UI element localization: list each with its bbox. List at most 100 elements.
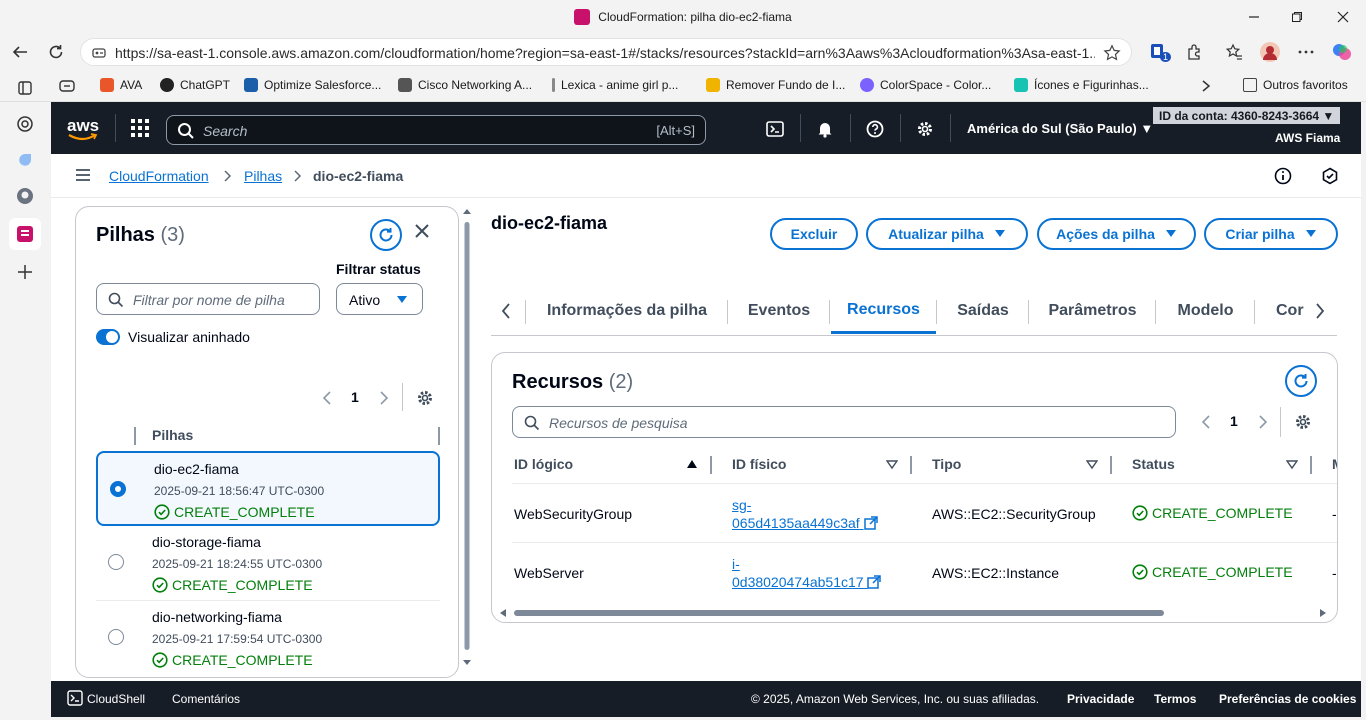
address-bar[interactable]: https://sa-east-1.console.aws.amazon.com… bbox=[80, 38, 1132, 66]
panel-scrollbar[interactable] bbox=[462, 208, 472, 670]
sort-ascending-icon[interactable] bbox=[686, 459, 698, 469]
tab-actions-icon[interactable] bbox=[58, 78, 76, 94]
aws-search-input[interactable]: Search [Alt+S] bbox=[166, 115, 706, 145]
update-stack-button[interactable]: Atualizar pilha bbox=[866, 218, 1028, 250]
notifications-bell-icon[interactable] bbox=[814, 118, 836, 140]
resource-physical-id-link[interactable]: i- 0d38020474ab51c17 bbox=[732, 555, 882, 591]
stack-item[interactable]: dio-ec2-fiama 2025-09-21 18:56:47 UTC-03… bbox=[96, 451, 440, 526]
copilot-icon[interactable] bbox=[1330, 40, 1354, 64]
resource-physical-id-link[interactable]: sg- 065d4135aa449c3af bbox=[732, 496, 878, 532]
terms-link[interactable]: Termos bbox=[1154, 692, 1196, 706]
cloudshell-icon[interactable] bbox=[764, 118, 786, 140]
resources-page-number[interactable]: 1 bbox=[1230, 413, 1238, 429]
sort-icon[interactable] bbox=[1286, 460, 1298, 470]
bookmark-colorspace[interactable]: ColorSpace - Color... bbox=[860, 78, 991, 92]
cloudshell-footer-button[interactable]: CloudShell bbox=[67, 690, 145, 706]
tabs-scroll-left-icon[interactable] bbox=[501, 303, 511, 319]
bookmark-chatgpt[interactable]: ChatGPT bbox=[160, 78, 230, 92]
tab-parameters[interactable]: Parâmetros bbox=[1030, 288, 1155, 334]
other-favorites[interactable]: Outros favoritos bbox=[1243, 78, 1348, 92]
bookmarks-overflow-icon[interactable] bbox=[1200, 79, 1212, 93]
minimize-icon[interactable] bbox=[1243, 6, 1265, 28]
region-selector[interactable]: América do Sul (São Paulo) ▼ bbox=[967, 121, 1153, 136]
help-icon[interactable] bbox=[864, 118, 886, 140]
column-type[interactable]: Tipo bbox=[932, 456, 961, 472]
extensions-puzzle-icon[interactable] bbox=[1182, 40, 1206, 64]
favorites-icon[interactable] bbox=[1222, 40, 1246, 64]
bookmark-remove-bg[interactable]: Remover Fundo de I... bbox=[706, 78, 845, 92]
hamburger-menu-icon[interactable] bbox=[75, 168, 91, 182]
sidebar-panel-icon[interactable] bbox=[15, 78, 35, 98]
breadcrumb-cloudformation[interactable]: CloudFormation bbox=[109, 168, 209, 184]
column-physical-id[interactable]: ID físico bbox=[732, 456, 786, 472]
tab-resources[interactable]: Recursos bbox=[831, 288, 936, 334]
create-stack-button[interactable]: Criar pilha bbox=[1204, 218, 1338, 250]
extension-shield-icon[interactable]: 1 bbox=[1146, 40, 1172, 64]
favorite-star-icon[interactable] bbox=[1103, 44, 1121, 62]
comments-link[interactable]: Comentários bbox=[172, 692, 240, 706]
breadcrumb-stacks[interactable]: Pilhas bbox=[244, 168, 282, 184]
stack-name[interactable]: dio-networking-fiama bbox=[152, 609, 282, 625]
tab-truncated[interactable]: Cor bbox=[1256, 288, 1306, 334]
aws-logo[interactable]: aws bbox=[67, 116, 99, 141]
prev-page-icon[interactable] bbox=[1201, 415, 1211, 429]
user-menu[interactable]: AWS Fiama bbox=[1275, 131, 1340, 145]
settings-gear-icon[interactable] bbox=[914, 118, 936, 140]
bookmark-lexica[interactable]: Lexica - anime girl p... bbox=[552, 78, 678, 92]
column-logical-id[interactable]: ID lógico bbox=[514, 456, 573, 472]
preferences-gear-icon[interactable] bbox=[416, 389, 434, 407]
status-filter-select[interactable]: Ativo bbox=[336, 283, 423, 315]
stack-radio[interactable] bbox=[110, 481, 126, 497]
url-text[interactable]: https://sa-east-1.console.aws.amazon.com… bbox=[115, 45, 1095, 61]
privacy-link[interactable]: Privacidade bbox=[1067, 692, 1134, 706]
refresh-resources-button[interactable] bbox=[1285, 365, 1317, 397]
restore-icon[interactable] bbox=[1286, 6, 1308, 28]
stack-radio[interactable] bbox=[108, 554, 124, 570]
filter-stacks-input[interactable]: Filtrar por nome de pilha bbox=[96, 283, 320, 315]
cloudformation-side-icon[interactable] bbox=[9, 218, 41, 250]
sort-icon[interactable] bbox=[886, 460, 898, 470]
stacks-page-number[interactable]: 1 bbox=[351, 389, 359, 405]
back-icon[interactable] bbox=[8, 40, 32, 64]
tab-template[interactable]: Modelo bbox=[1157, 288, 1254, 334]
delete-stack-button[interactable]: Excluir bbox=[770, 218, 858, 250]
add-side-icon[interactable] bbox=[15, 262, 35, 282]
tabs-scroll-right-icon[interactable] bbox=[1315, 303, 1325, 319]
column-status[interactable]: Status bbox=[1132, 456, 1175, 472]
tab-outputs[interactable]: Saídas bbox=[938, 288, 1028, 334]
bookmark-salesforce[interactable]: Optimize Salesforce... bbox=[244, 78, 381, 92]
drop-side-icon[interactable] bbox=[15, 150, 35, 170]
site-info-icon[interactable] bbox=[91, 45, 107, 61]
resources-search-input[interactable]: Recursos de pesquisa bbox=[512, 406, 1176, 438]
close-panel-icon[interactable] bbox=[414, 223, 430, 239]
next-page-icon[interactable] bbox=[1258, 415, 1268, 429]
nested-view-toggle[interactable] bbox=[96, 329, 120, 345]
more-options-icon[interactable] bbox=[1294, 40, 1318, 64]
stack-name[interactable]: dio-ec2-fiama bbox=[154, 461, 239, 477]
tab-events[interactable]: Eventos bbox=[729, 288, 829, 334]
stack-item[interactable]: dio-storage-fiama 2025-09-21 18:24:55 UT… bbox=[96, 526, 440, 601]
info-icon[interactable] bbox=[1274, 167, 1292, 185]
chatgpt-side-icon[interactable] bbox=[15, 114, 35, 134]
next-page-icon[interactable] bbox=[379, 391, 389, 405]
stack-actions-button[interactable]: Ações da pilha bbox=[1037, 218, 1196, 250]
refresh-stacks-button[interactable] bbox=[370, 219, 402, 251]
stack-radio[interactable] bbox=[108, 629, 124, 645]
sort-icon[interactable] bbox=[1086, 460, 1098, 470]
stack-item[interactable]: dio-networking-fiama 2025-09-21 17:59:54… bbox=[96, 601, 440, 676]
prev-page-icon[interactable] bbox=[322, 391, 332, 405]
column-truncated[interactable]: M bbox=[1332, 456, 1337, 472]
table-horizontal-scrollbar[interactable] bbox=[492, 606, 1337, 620]
cookie-preferences-link[interactable]: Preferências de cookies bbox=[1219, 692, 1356, 706]
tab-stack-info[interactable]: Informações da pilha bbox=[527, 288, 727, 334]
stack-name[interactable]: dio-storage-fiama bbox=[152, 534, 261, 550]
profile-avatar[interactable] bbox=[1258, 40, 1282, 64]
close-window-icon[interactable] bbox=[1332, 6, 1354, 28]
services-menu-icon[interactable] bbox=[131, 119, 149, 137]
feedback-hexagon-icon[interactable] bbox=[1321, 167, 1339, 185]
bookmark-cisco[interactable]: Cisco Networking A... bbox=[398, 78, 532, 92]
github-side-icon[interactable] bbox=[15, 186, 35, 206]
bookmark-icons[interactable]: Ícones e Figurinhas... bbox=[1014, 78, 1149, 92]
preferences-gear-icon[interactable] bbox=[1294, 413, 1312, 431]
bookmark-ava[interactable]: AVA bbox=[100, 78, 142, 92]
